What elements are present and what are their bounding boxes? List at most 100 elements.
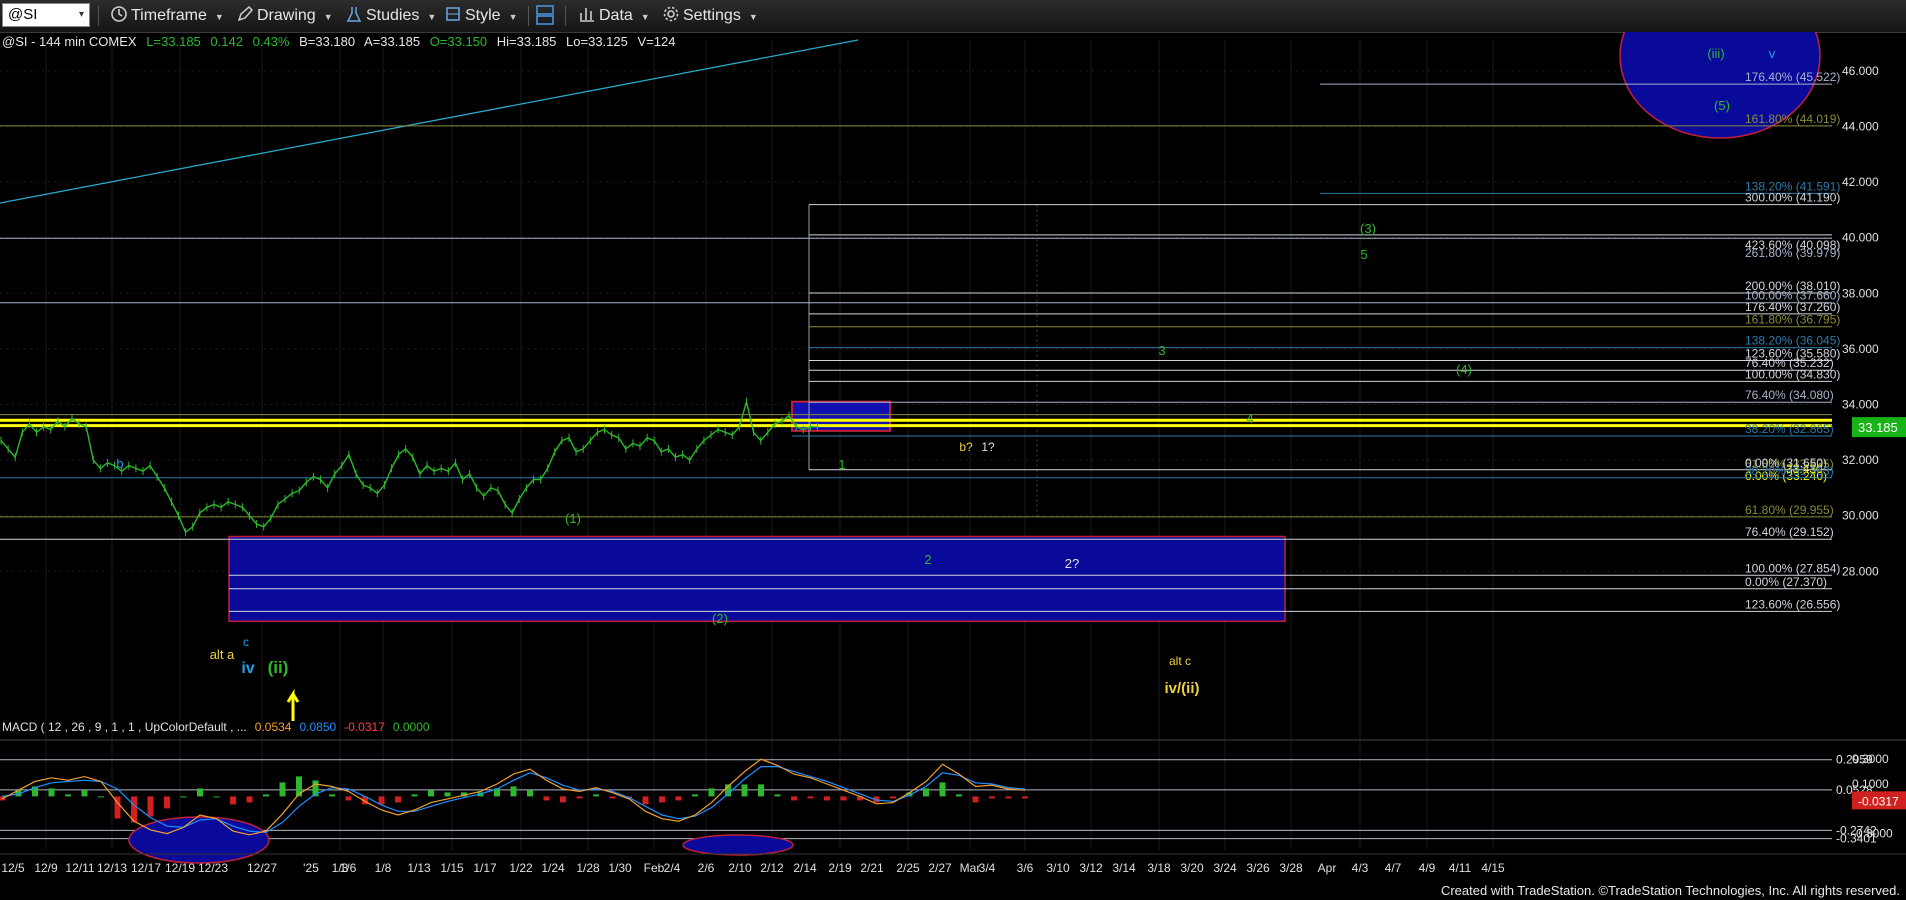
time-tick-label: 12/23 [198, 861, 228, 875]
macd-label: MACD ( 12 , 26 , 9 , 1 , 1 , UpColorDefa… [2, 720, 430, 734]
fib-level-label: 161.80% (36.795) [1745, 313, 1840, 327]
time-tick-label: 4/15 [1481, 861, 1505, 875]
time-tick-label: 2/21 [860, 861, 884, 875]
time-tick-label: 12/9 [34, 861, 58, 875]
macd-histogram-bar [81, 790, 88, 797]
style-icon [446, 7, 460, 21]
symbol-input[interactable]: @SI ▾ [2, 3, 90, 27]
time-tick-label: 3/20 [1180, 861, 1204, 875]
fib-level-label: 76.40% (29.152) [1745, 525, 1834, 539]
price-tick-label: 40.000 [1842, 231, 1879, 245]
time-tick-label: 12/17 [131, 861, 161, 875]
time-tick-label: 4/9 [1419, 861, 1436, 875]
fib-level-label: 300.00% (41.190) [1745, 191, 1840, 205]
timeframe-menu[interactable]: Timeframe ▼ [110, 4, 224, 28]
fib-level-label: 176.40% (45.522) [1745, 70, 1840, 84]
wave-label: (1) [565, 511, 581, 526]
macd-histogram-bar [923, 788, 929, 797]
style-menu[interactable]: Style ▼ [444, 4, 518, 28]
settings-menu[interactable]: Settings ▼ [662, 4, 758, 28]
fib-level-label: 61.80% (29.955) [1745, 503, 1834, 517]
time-tick-label: 2/4 [664, 861, 681, 875]
time-tick-label: '25 [303, 861, 319, 875]
price-tick-label: 38.000 [1842, 286, 1879, 300]
time-axis: 12/5 12/9 12/11 12/13 12/17 12/19 12/23 12/27 '2… [0, 853, 1906, 875]
macd-histogram-bar [939, 782, 946, 797]
fib-level-label: 176.40% (37.260) [1745, 300, 1840, 314]
macd-histogram-bar [609, 796, 616, 799]
price-grid [0, 70, 1832, 572]
price-axis: 46.000 44.000 42.000 40.000 38.000 36.000 34.0… [1842, 64, 1906, 578]
time-tick-label: 4/3 [1352, 861, 1369, 875]
price-tick-label: 32.000 [1842, 453, 1879, 467]
studies-menu[interactable]: Studies ▼ [345, 4, 436, 28]
macd-histogram-bar [395, 796, 401, 803]
layout-icon [536, 5, 554, 25]
macd-histogram-bar [1005, 796, 1012, 799]
macd-histogram-bar [1022, 796, 1028, 799]
fib-level-label: 76.40% (34.080) [1745, 388, 1834, 402]
time-tick-label: 3/18 [1147, 861, 1171, 875]
macd-tick-label: 0.3000 [1852, 752, 1889, 766]
drawing-menu[interactable]: Drawing ▼ [236, 4, 333, 28]
time-tick-label: 3/24 [1213, 861, 1237, 875]
time-tick-label: 3/12 [1079, 861, 1103, 875]
wave-label: 1 [838, 457, 845, 472]
time-tick-label: Apr [1318, 861, 1337, 875]
data-menu[interactable]: Data ▼ [578, 4, 650, 28]
toolbar: @SI ▾ Timeframe ▼ Drawing ▼ Studies ▼ Style ▼… [0, 0, 1906, 33]
macd-value: 0.0534 [255, 720, 292, 734]
wave-label: 1? [981, 440, 995, 454]
time-tick-label: 1/30 [608, 861, 632, 875]
flask-icon [346, 7, 362, 22]
chart-header: @SI - 144 min COMEX L=33.185 0.142 0.43%… [2, 34, 675, 49]
time-tick-label: 3/26 [1246, 861, 1270, 875]
chevron-down-icon[interactable]: ▾ [79, 4, 84, 26]
macd-tick-label: 0.1000 [1852, 777, 1889, 791]
wave-label: alt c [1169, 654, 1191, 668]
wave-label: 2 [924, 552, 931, 567]
time-tick-label: 1/13 [407, 861, 431, 875]
wave-label: alt a [210, 647, 235, 662]
macd-histogram-bar [164, 796, 170, 809]
bar-chart-icon [580, 8, 594, 22]
price-tick-label: 28.000 [1842, 564, 1879, 578]
fib-level-label: 161.80% (44.019) [1745, 112, 1840, 126]
price-tick-label: 46.000 [1842, 64, 1879, 78]
macd-histogram-bar [263, 794, 269, 797]
chevron-down-icon: ▼ [427, 12, 437, 22]
wave-label: b [116, 456, 123, 471]
macd-histogram-bar [972, 796, 979, 803]
macd-histogram-bar [98, 796, 104, 798]
clock-icon [111, 6, 127, 22]
fib-level-label: 38.20% (32.865) [1745, 422, 1834, 436]
chevron-down-icon: ▼ [323, 12, 333, 22]
macd-histogram-bar [147, 796, 154, 817]
wave-label: (ii) [268, 658, 289, 677]
wave-label: (iii) [1707, 46, 1724, 61]
price-chart[interactable]: @SI - 144 min COMEX L=33.185 0.142 0.43%… [0, 32, 1906, 900]
macd-histogram-bar [824, 796, 830, 801]
macd-histogram-bar [741, 784, 748, 797]
up-arrow-icon [286, 688, 300, 721]
time-tick-label: 3/28 [1279, 861, 1303, 875]
fib-level-label: 138.20% (36.045) [1745, 334, 1840, 348]
macd-histogram-bar [180, 796, 187, 798]
fib-level-label: 123.60% (26.556) [1745, 597, 1840, 611]
time-tick-label: 2/19 [828, 861, 852, 875]
macd-histogram-bar [428, 790, 434, 797]
wave-label: iv/(ii) [1164, 680, 1199, 697]
chevron-down-icon: ▼ [640, 12, 650, 22]
fib-level-label: 38.20% (31.363) [1745, 464, 1834, 478]
layout-button[interactable] [535, 4, 558, 28]
time-tick-label: 2/14 [793, 861, 817, 875]
macd-histogram-bar [65, 794, 71, 797]
toolbar-divider [528, 6, 529, 26]
wave-label: 3 [1158, 343, 1165, 358]
macd-histogram-bar [576, 796, 583, 799]
macd-value: 0.0000 [393, 720, 430, 734]
time-tick-label: 12/13 [97, 861, 127, 875]
macd-histogram-bar [444, 792, 451, 797]
chevron-down-icon: ▼ [214, 12, 224, 22]
time-tick-label: 1/22 [509, 861, 533, 875]
